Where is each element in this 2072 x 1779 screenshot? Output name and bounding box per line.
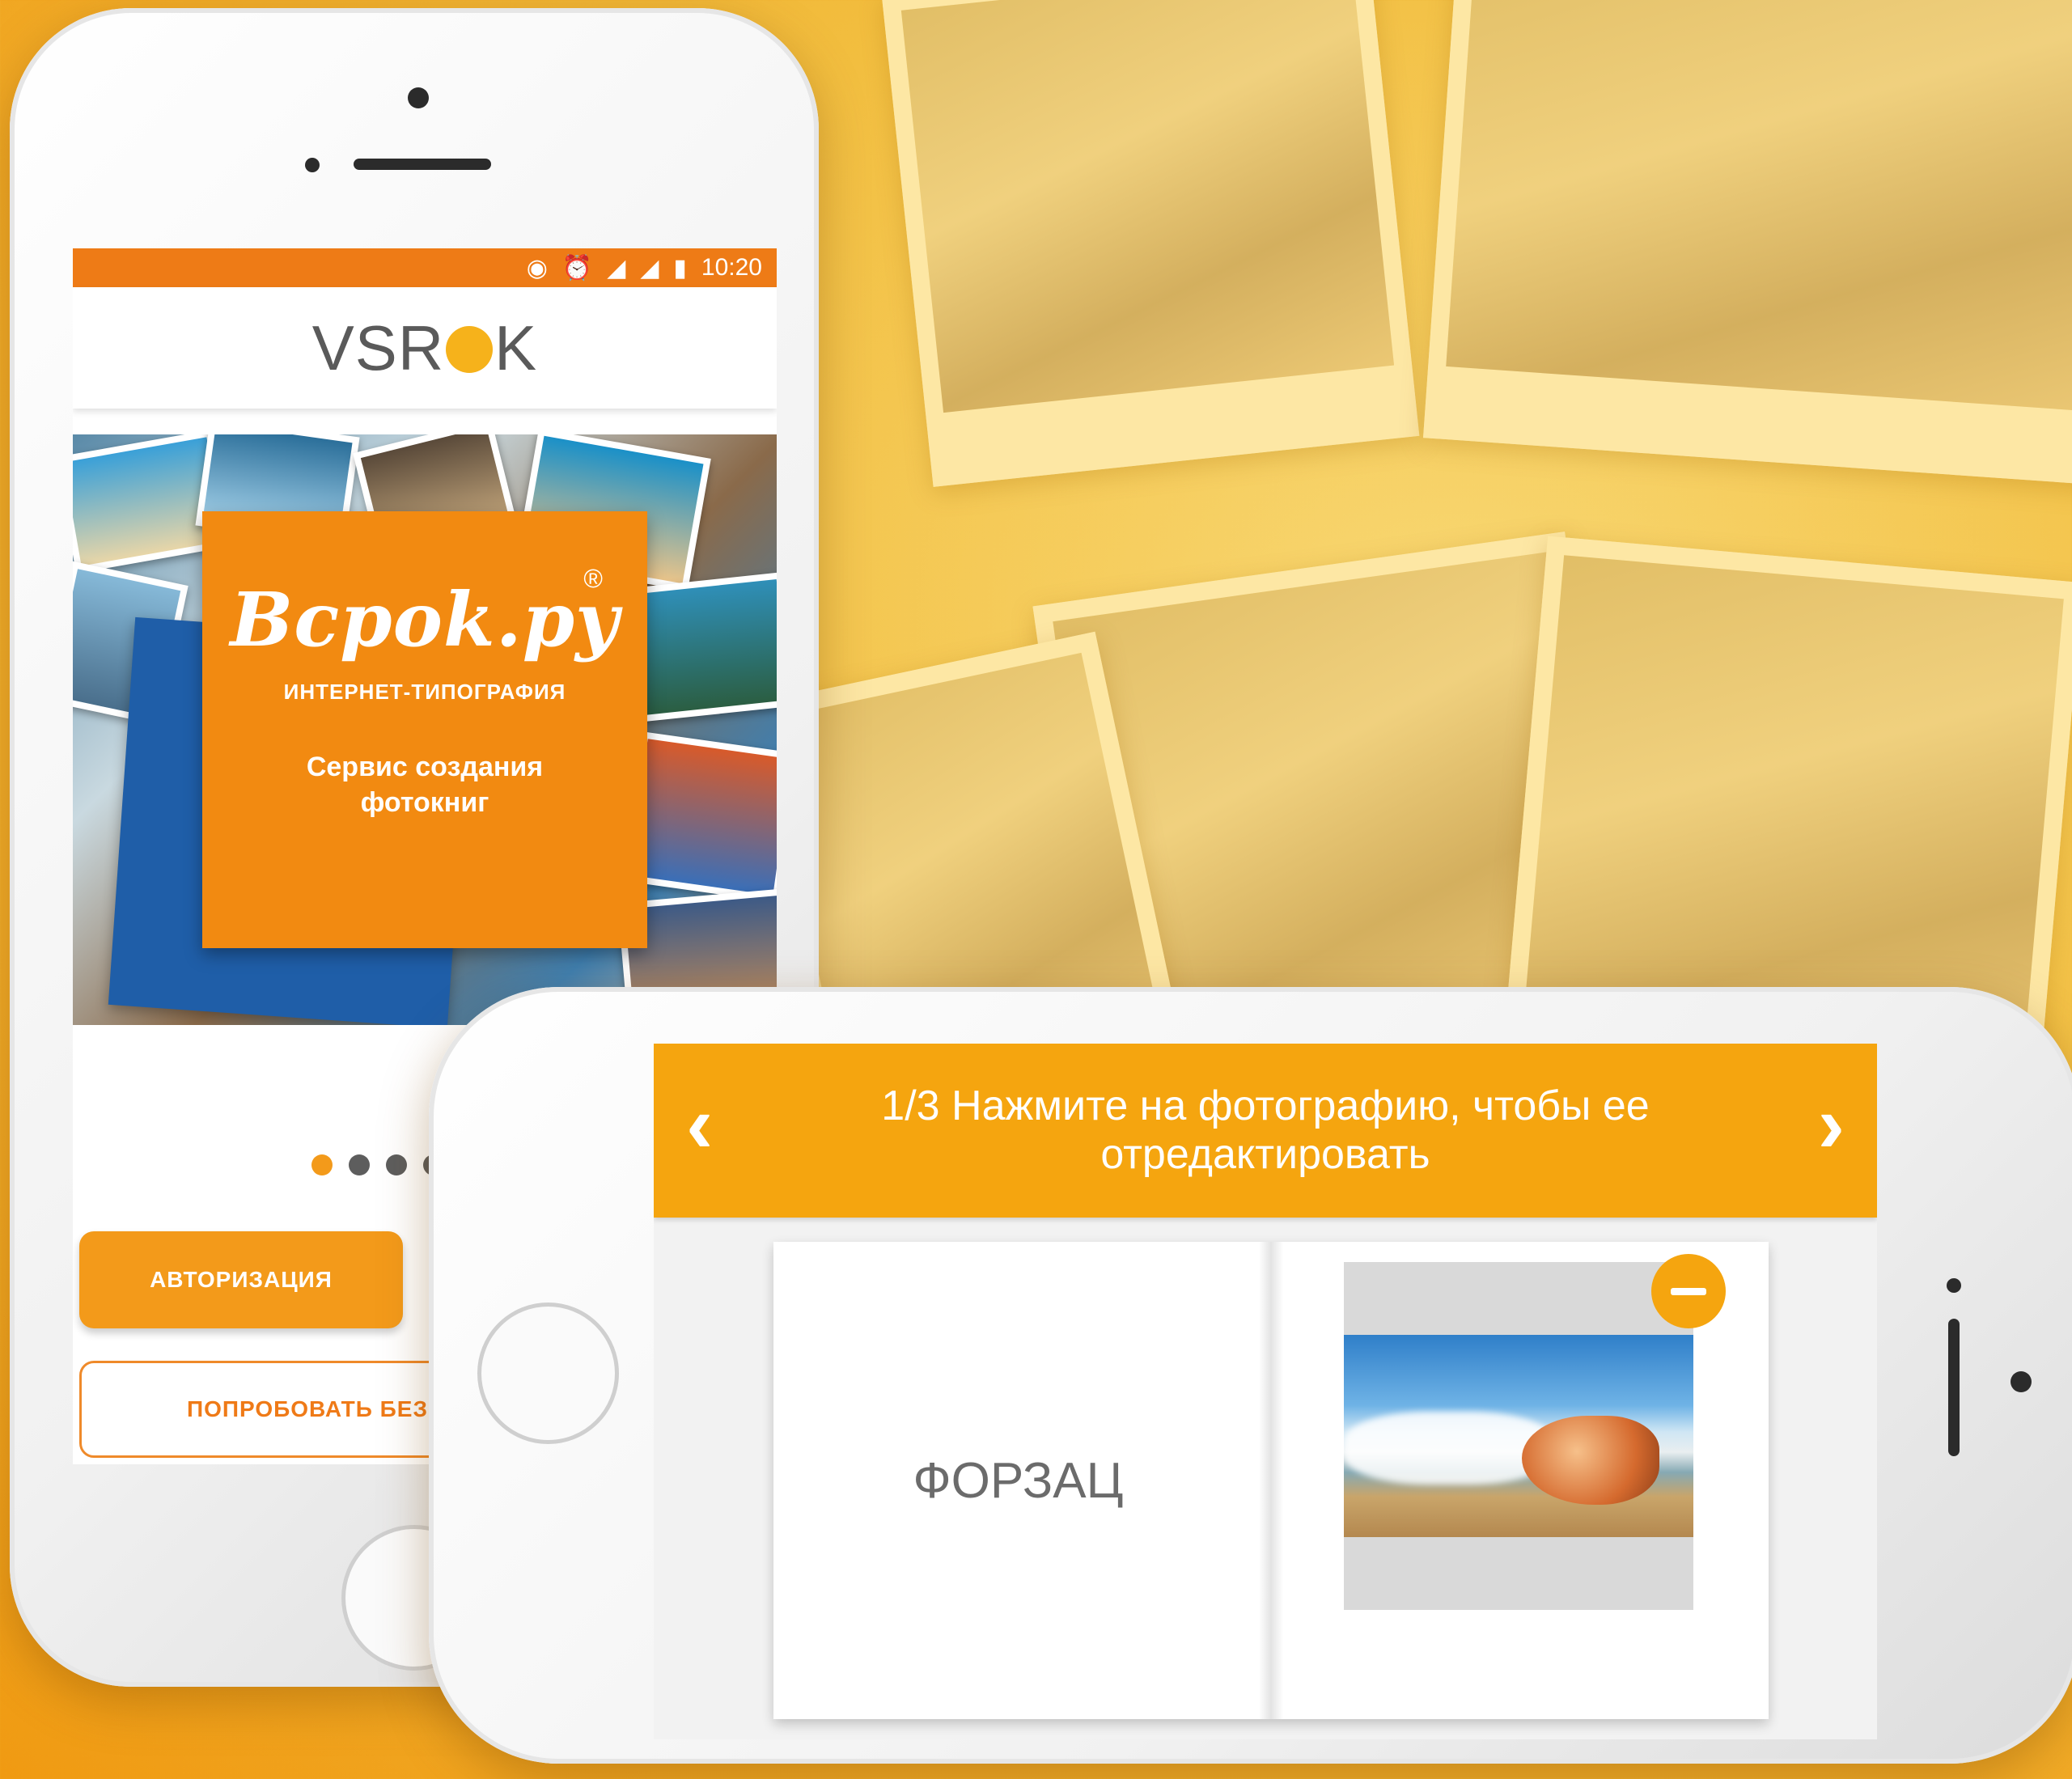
previous-hint-arrow-icon[interactable]: ‹ [686,1084,713,1165]
collage-photo [624,572,777,722]
pager-dot-active[interactable] [311,1154,333,1175]
pager-dot[interactable] [386,1154,407,1175]
front-camera [408,87,429,108]
photobook-spread: ФОРЗАЦ [773,1242,1769,1719]
alarm-icon: ⏰ [561,254,593,282]
pager-dot[interactable] [349,1154,370,1175]
brand-description: Сервис создания фотокниг [306,752,544,819]
status-bar: ◉ ⏰ ◢ ◢ ▮ 10:20 [73,248,777,287]
background-photo [1423,0,2072,487]
book-gutter [1259,1242,1283,1719]
front-camera [2011,1371,2032,1392]
remove-photo-button[interactable] [1651,1254,1726,1328]
editor-hint-bar: ‹ 1/3 Нажмите на фотографию, чтобы ее от… [654,1044,1877,1218]
brand-subtitle: ИНТЕРНЕТ-ТИПОГРАФИЯ [283,680,566,704]
endpaper-page[interactable]: ФОРЗАЦ [773,1242,1263,1719]
registered-mark: ® [583,564,603,593]
carousel-pager [311,1154,444,1175]
brand-logo: Вcpok.py [230,576,620,663]
hint-text: 1/3 Нажмите на фотографию, чтобы ее отре… [881,1082,1650,1178]
landscape-screen: ‹ 1/3 Нажмите на фотографию, чтобы ее от… [654,1044,1877,1739]
login-button[interactable]: АВТОРИЗАЦИЯ [79,1231,403,1328]
background-photo [881,0,1420,487]
next-hint-arrow-icon[interactable]: › [1818,1084,1845,1165]
data-signal-icon: ◢ [640,254,659,282]
brand-card: Вcpok.py ® ИНТЕРНЕТ-ТИПОГРАФИЯ Сервис со… [202,511,647,948]
vibrate-icon: ◉ [526,254,548,282]
endpaper-label: ФОРЗАЦ [913,1452,1124,1509]
proximity-sensor [1947,1278,1961,1293]
status-time: 10:20 [701,254,762,281]
earpiece-speaker [1948,1319,1960,1456]
beach-shell-photo[interactable] [1344,1335,1693,1537]
proximity-sensor [305,158,320,172]
photo-page [1283,1242,1769,1719]
smiley-logo-icon [446,326,494,373]
signal-icon: ◢ [607,254,626,282]
promo-banner[interactable]: Вcpok.py ® ИНТЕРНЕТ-ТИПОГРАФИЯ Сервис со… [73,434,777,1025]
landscape-phone: ‹ 1/3 Нажмите на фотографию, чтобы ее от… [429,987,2072,1764]
minus-icon [1671,1287,1706,1295]
home-button[interactable] [477,1302,619,1444]
earpiece-speaker [354,159,491,170]
photo-slot[interactable] [1344,1262,1693,1610]
app-header: VSR K [73,287,777,409]
app-logo: VSR K [311,311,538,383]
battery-icon: ▮ [673,254,687,282]
